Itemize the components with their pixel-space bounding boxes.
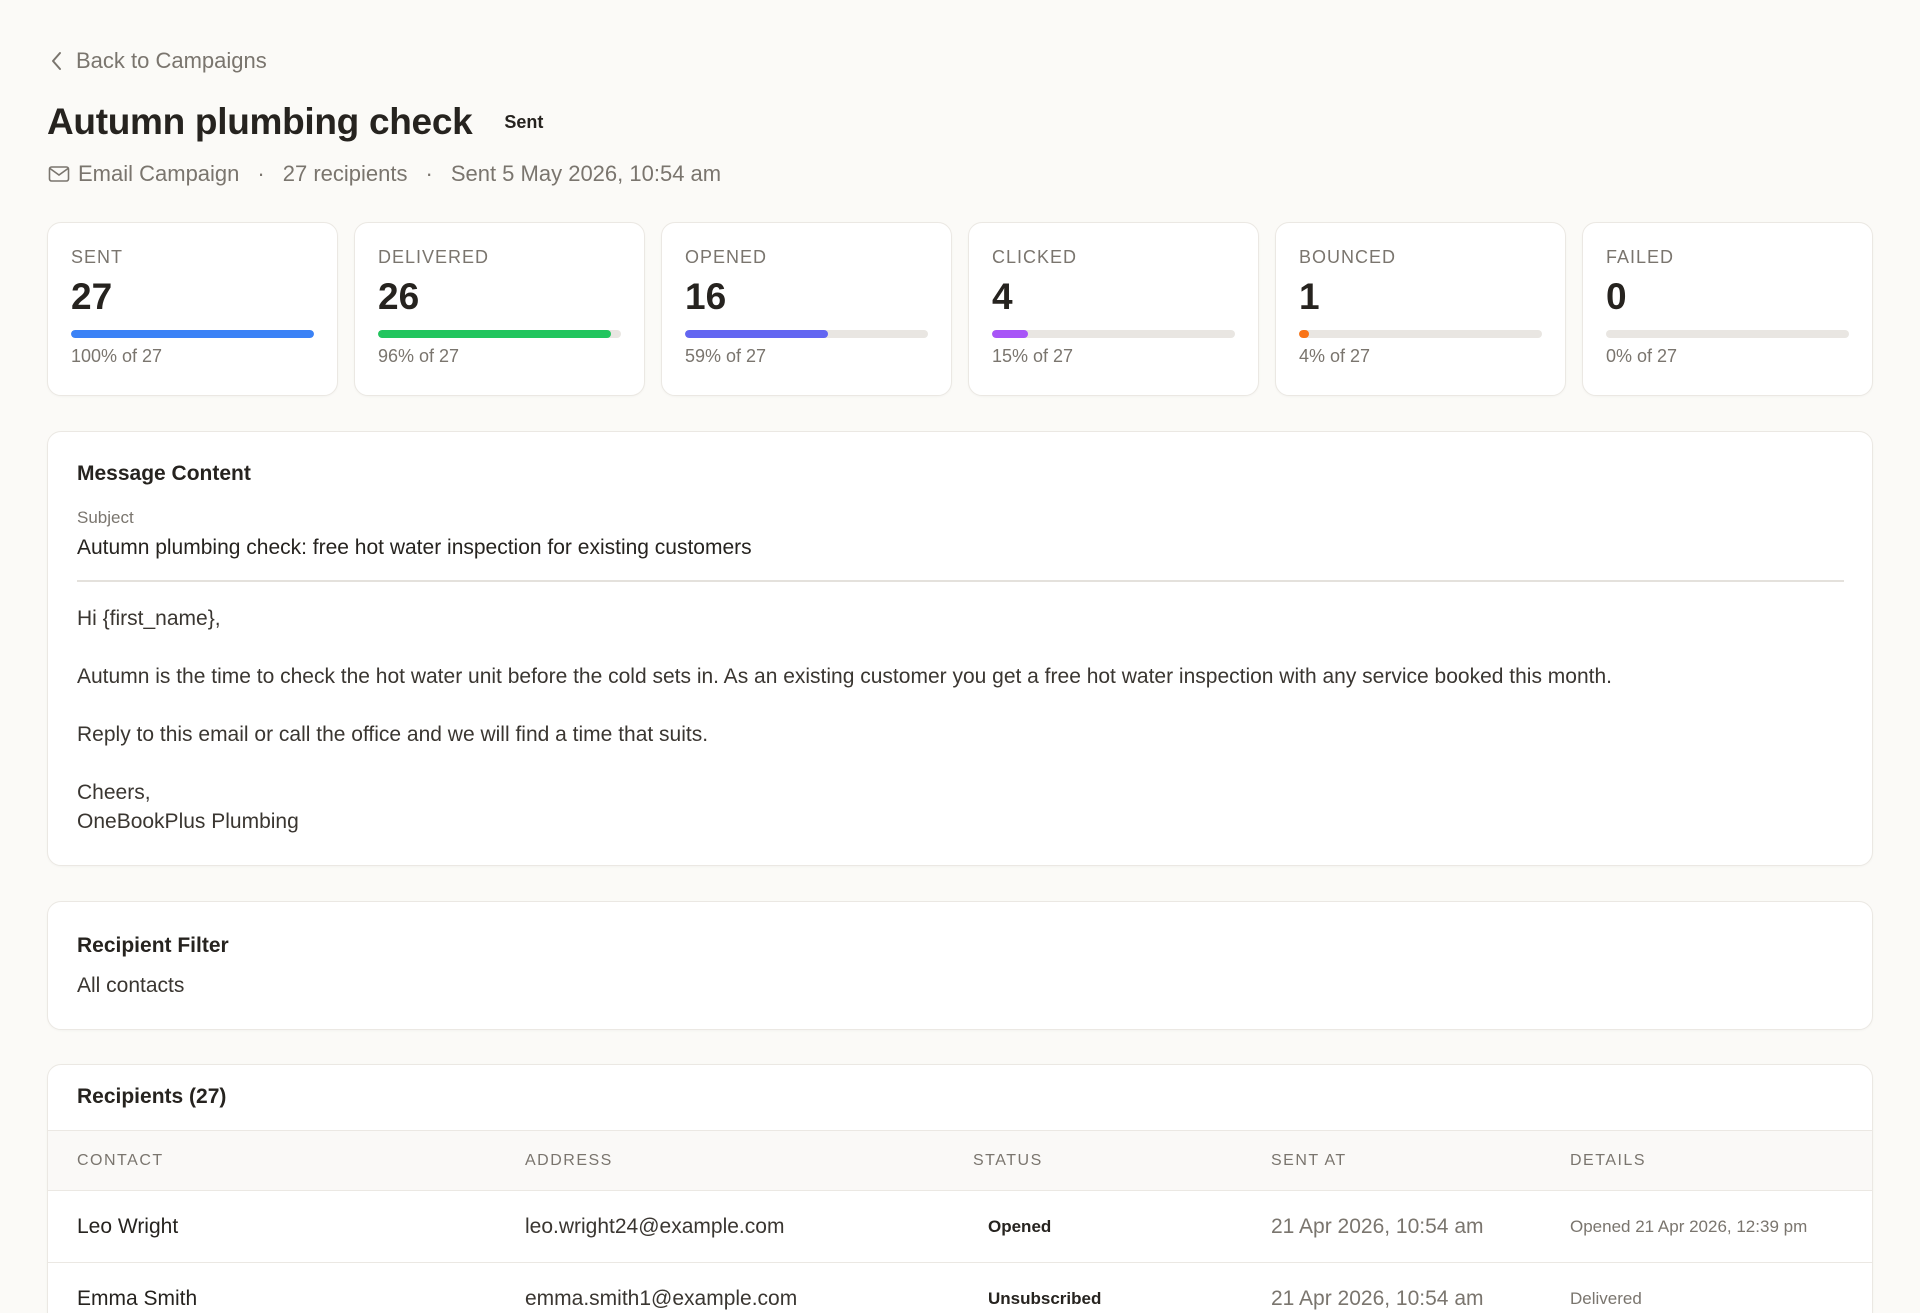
stats-row: SENT 27 100% of 27 DELIVERED 26 96% of 2…	[47, 222, 1873, 396]
progress-bar	[685, 330, 928, 338]
stat-card-sent: SENT 27 100% of 27	[47, 222, 338, 396]
stat-label: FAILED	[1606, 247, 1675, 267]
stat-percentage: 4% of 27	[1299, 346, 1371, 366]
signoff-text: Cheers,	[77, 781, 151, 804]
stat-percentage: 100% of 27	[71, 346, 163, 366]
stat-card-clicked: CLICKED 4 15% of 27	[968, 222, 1259, 396]
progress-fill	[992, 330, 1029, 338]
table-header: CONTACT ADDRESS STATUS SENT AT DETAILS	[48, 1131, 1872, 1191]
recipient-filter-card: Recipient Filter All contacts	[47, 901, 1873, 1030]
stat-label: SENT	[71, 247, 124, 267]
details: Opened 21 Apr 2026, 12:39 pm	[1570, 1216, 1808, 1236]
stat-card-bounced: BOUNCED 1 4% of 27	[1275, 222, 1566, 396]
contact-address: emma.smith1@example.com	[525, 1286, 798, 1310]
progress-fill	[1299, 330, 1309, 338]
meta-separator: ·	[257, 161, 265, 186]
filter-value: All contacts	[77, 974, 185, 997]
column-header-contact: CONTACT	[77, 1151, 164, 1169]
page-title: Autumn plumbing check	[47, 101, 473, 142]
progress-bar	[1299, 330, 1542, 338]
recipient-count: 27 recipients	[282, 161, 408, 186]
progress-bar	[1606, 330, 1849, 338]
stat-percentage: 59% of 27	[685, 346, 767, 366]
campaign-meta: Email Campaign · 27 recipients · Sent 5 …	[48, 161, 721, 187]
back-to-campaigns-link[interactable]: Back to Campaigns	[50, 48, 267, 74]
stat-value: 16	[685, 276, 727, 317]
signature-text: OneBookPlus Plumbing	[77, 810, 299, 833]
stat-card-delivered: DELIVERED 26 96% of 27	[354, 222, 645, 396]
recipients-card: Recipients (27) CONTACT ADDRESS STATUS S…	[47, 1064, 1873, 1313]
stat-label: CLICKED	[992, 247, 1078, 267]
title-row: Autumn plumbing check Sent	[47, 101, 543, 143]
details: Delivered	[1570, 1288, 1642, 1308]
column-header-sent-at: SENT AT	[1271, 1151, 1347, 1169]
stat-value: 0	[1606, 276, 1627, 317]
stat-label: BOUNCED	[1299, 247, 1397, 267]
stat-card-opened: OPENED 16 59% of 27	[661, 222, 952, 396]
email-greeting: Hi {first_name},	[77, 607, 221, 630]
progress-fill	[685, 330, 829, 338]
contact-address: leo.wright24@example.com	[525, 1214, 785, 1238]
progress-bar	[71, 330, 314, 338]
email-subject: Autumn plumbing check: free hot water in…	[77, 536, 1844, 582]
sent-at: 21 Apr 2026, 10:54 am	[1271, 1214, 1484, 1238]
status-badge: Opened	[988, 1216, 1052, 1236]
stat-value: 26	[378, 276, 420, 317]
column-header-address: ADDRESS	[525, 1151, 613, 1169]
contact-name: Leo Wright	[77, 1214, 179, 1238]
email-paragraph: Reply to this email or call the office a…	[77, 723, 709, 746]
sent-timestamp: Sent 5 May 2026, 10:54 am	[450, 161, 722, 186]
column-header-details: DETAILS	[1570, 1151, 1646, 1169]
column-header-status: STATUS	[973, 1151, 1043, 1169]
campaign-type: Email Campaign	[78, 161, 240, 186]
stat-label: OPENED	[685, 247, 768, 267]
table-row[interactable]: Leo Wright leo.wright24@example.com Open…	[48, 1191, 1872, 1263]
section-title: Recipient Filter	[77, 934, 229, 957]
stat-percentage: 15% of 27	[992, 346, 1074, 366]
email-signoff: Cheers, OneBookPlus Plumbing	[77, 778, 1843, 836]
section-title: Recipients (27)	[77, 1085, 227, 1108]
email-body: Hi {first_name}, Autumn is the time to c…	[77, 604, 1843, 836]
progress-bar	[992, 330, 1235, 338]
stat-percentage: 96% of 27	[378, 346, 460, 366]
stat-percentage: 0% of 27	[1606, 346, 1678, 366]
mail-icon	[48, 166, 70, 182]
recipients-header: Recipients (27)	[48, 1065, 1872, 1131]
meta-separator: ·	[425, 161, 433, 186]
stat-value: 27	[71, 276, 113, 317]
back-label: Back to Campaigns	[76, 48, 267, 73]
progress-fill	[71, 330, 314, 338]
stat-card-failed: FAILED 0 0% of 27	[1582, 222, 1873, 396]
stat-value: 1	[1299, 276, 1320, 317]
status-badge: Unsubscribed	[988, 1288, 1102, 1308]
message-content-card: Message Content Subject Autumn plumbing …	[47, 431, 1873, 866]
contact-name: Emma Smith	[77, 1286, 198, 1310]
chevron-left-icon	[52, 52, 61, 70]
campaign-detail-page: Back to Campaigns Autumn plumbing check …	[0, 0, 1920, 1313]
table-row[interactable]: Emma Smith emma.smith1@example.com Unsub…	[48, 1263, 1872, 1313]
status-badge: Sent	[504, 111, 544, 132]
subject-label: Subject	[77, 508, 134, 527]
progress-fill	[378, 330, 612, 338]
progress-bar	[378, 330, 621, 338]
section-title: Message Content	[77, 462, 251, 485]
sent-at: 21 Apr 2026, 10:54 am	[1271, 1286, 1484, 1310]
stat-value: 4	[992, 276, 1013, 317]
stat-label: DELIVERED	[378, 247, 490, 267]
email-paragraph: Autumn is the time to check the hot wate…	[77, 665, 1612, 688]
